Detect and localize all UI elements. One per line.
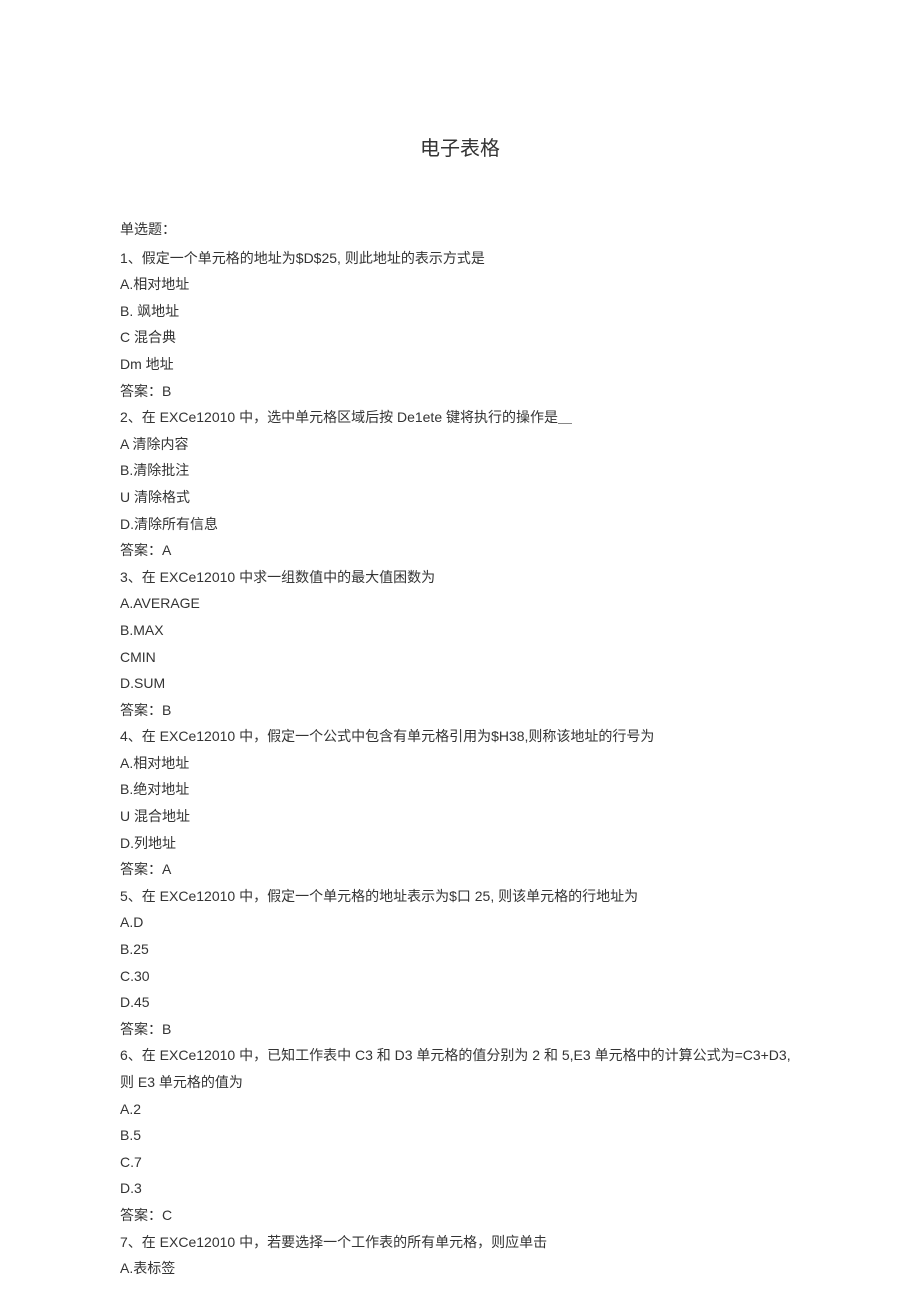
answer: 答案：A [120,856,800,883]
question-4: 4、在 EXCe12010 中，假定一个公式中包含有单元格引用为$H38,则称该… [120,723,800,883]
question-stem: 7、在 EXCe12010 中，若要选择一个工作表的所有单元格，则应单击 [120,1229,800,1256]
option-d: D.清除所有信息 [120,511,800,538]
answer: 答案：B [120,697,800,724]
option-a: A.AVERAGE [120,590,800,617]
option-c: U 清除格式 [120,484,800,511]
option-a: A.D [120,909,800,936]
answer: 答案：A [120,537,800,564]
question-6: 6、在 EXCe12010 中，已知工作表中 C3 和 D3 单元格的值分别为 … [120,1042,800,1228]
section-label: 单选题： [120,218,800,245]
option-c: C.30 [120,963,800,990]
option-c: U 混合地址 [120,803,800,830]
question-2: 2、在 EXCe12010 中，选中单元格区域后按 De1ete 键将执行的操作… [120,404,800,564]
option-d: Dm 地址 [120,351,800,378]
question-stem: 4、在 EXCe12010 中，假定一个公式中包含有单元格引用为$H38,则称该… [120,723,800,750]
question-1: 1、假定一个单元格的地址为$D$25, 则此地址的表示方式是 A.相对地址 B.… [120,245,800,405]
option-a: A.相对地址 [120,271,800,298]
option-c: C.7 [120,1149,800,1176]
answer: 答案：C [120,1202,800,1229]
option-a: A.2 [120,1096,800,1123]
option-d: D.3 [120,1175,800,1202]
option-a: A.表标签 [120,1255,800,1282]
option-b: B.5 [120,1122,800,1149]
option-a: A.相对地址 [120,750,800,777]
option-b: B.MAX [120,617,800,644]
page-title: 电子表格 [120,130,800,168]
option-a: A 清除内容 [120,431,800,458]
option-d: D.45 [120,989,800,1016]
option-b: B.绝对地址 [120,776,800,803]
option-d: D.SUM [120,670,800,697]
answer: 答案：B [120,378,800,405]
option-d: D.列地址 [120,830,800,857]
question-3: 3、在 EXCe12010 中求一组数值中的最大值困数为 A.AVERAGE B… [120,564,800,724]
question-5: 5、在 EXCe12010 中，假定一个单元格的地址表示为$口 25, 则该单元… [120,883,800,1043]
option-b: B.清除批注 [120,457,800,484]
option-c: CMIN [120,644,800,671]
answer: 答案：B [120,1016,800,1043]
question-stem: 1、假定一个单元格的地址为$D$25, 则此地址的表示方式是 [120,245,800,272]
option-b: B.25 [120,936,800,963]
option-c: C 混合典 [120,324,800,351]
question-stem: 2、在 EXCe12010 中，选中单元格区域后按 De1ete 键将执行的操作… [120,404,800,431]
question-stem: 5、在 EXCe12010 中，假定一个单元格的地址表示为$口 25, 则该单元… [120,883,800,910]
question-stem: 6、在 EXCe12010 中，已知工作表中 C3 和 D3 单元格的值分别为 … [120,1042,800,1095]
question-7: 7、在 EXCe12010 中，若要选择一个工作表的所有单元格，则应单击 A.表… [120,1229,800,1282]
option-b: B. 飒地址 [120,298,800,325]
question-stem: 3、在 EXCe12010 中求一组数值中的最大值困数为 [120,564,800,591]
